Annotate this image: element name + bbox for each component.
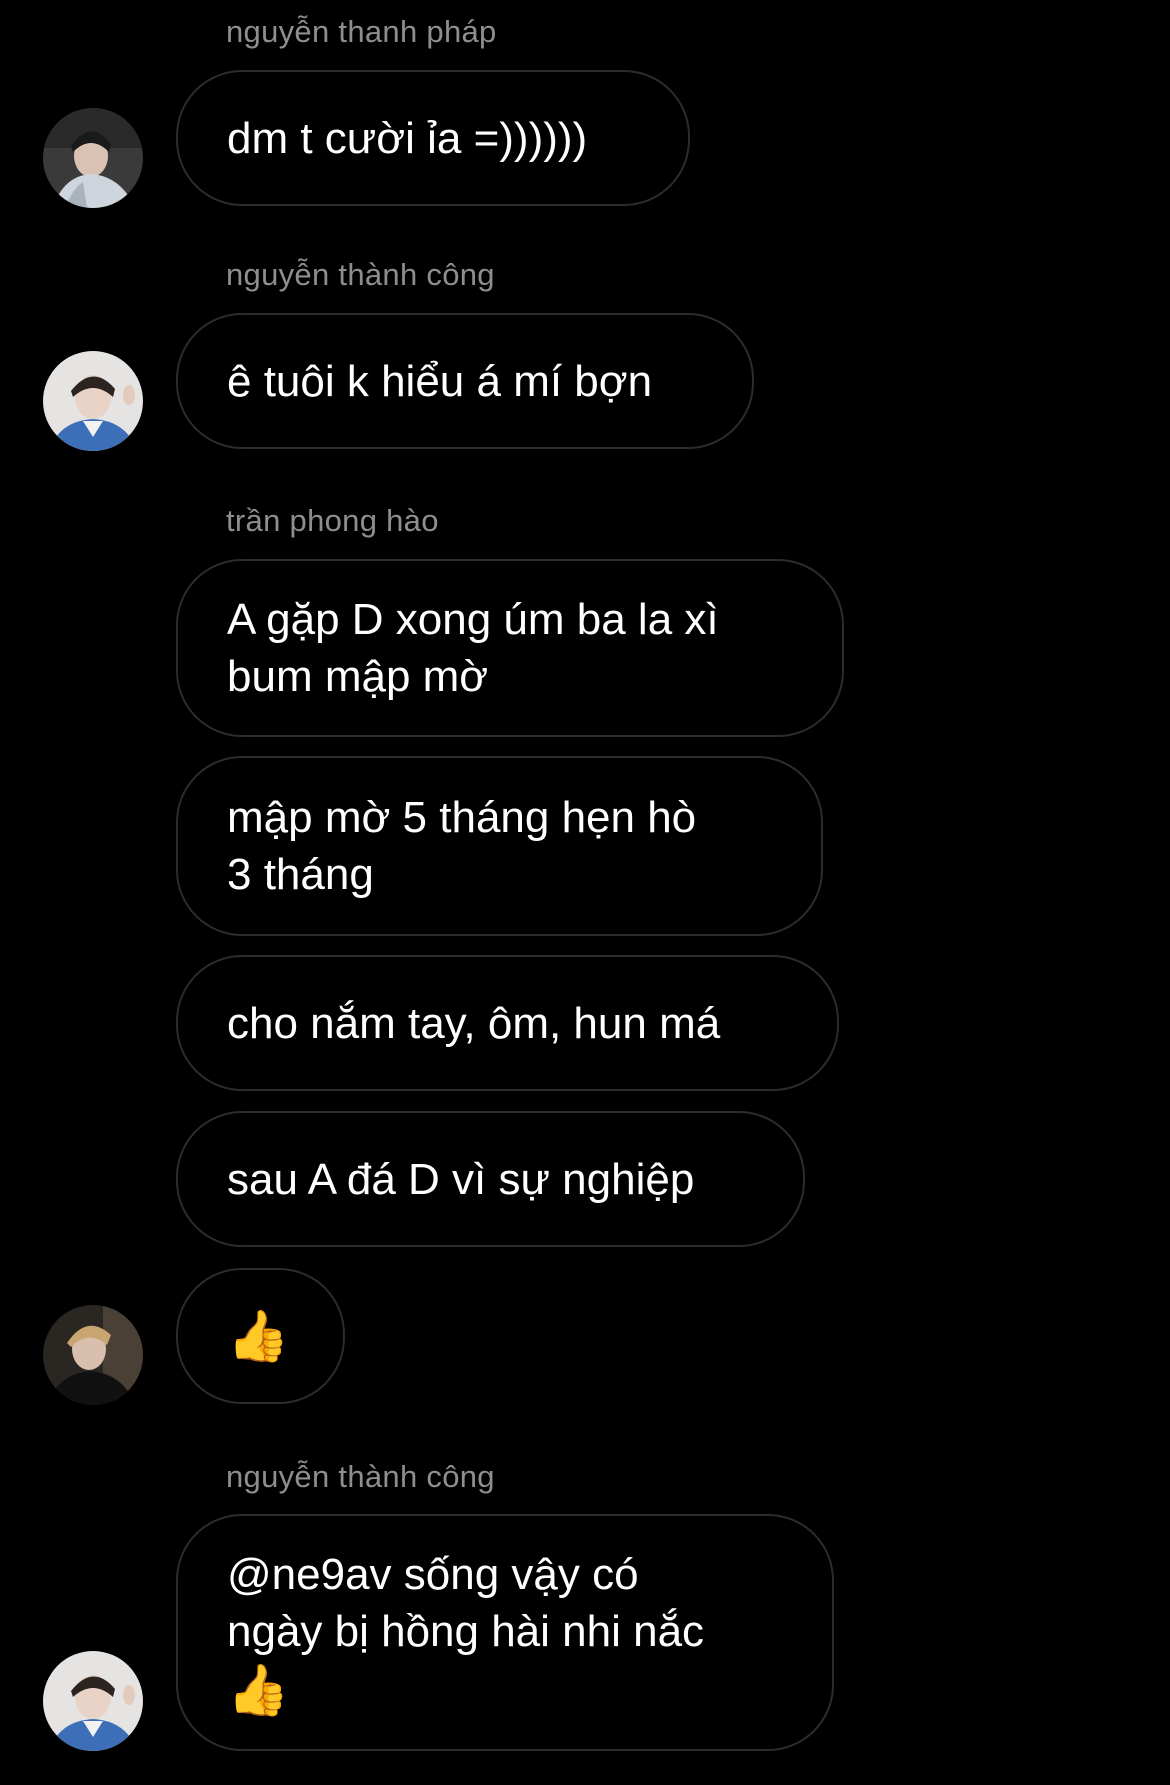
chat-thread: nguyễn thanh pháp dm t cười ỉa =)))))) n… [0,0,1170,1785]
message-text: ê tuôi k hiểu á mí bợn [227,356,653,406]
message-text: cho nắm tay, ôm, hun má [227,998,721,1048]
message-text: 3 tháng [227,850,374,899]
message-bubble[interactable]: A gặp D xong úm ba la xì bum mập mờ [176,559,844,737]
message-bubble[interactable]: dm t cười ỉa =)))))) [176,70,690,206]
message-text: ngày bị hồng hài nhi nắc [227,1606,705,1656]
sender-name: trần phong hào [226,503,439,538]
message-bubble[interactable]: cho nắm tay, ôm, hun má [176,955,839,1091]
message-text: A gặp D xong úm ba la xì [227,595,719,644]
message-bubble[interactable]: sau A đá D vì sự nghiệp [176,1111,805,1247]
avatar[interactable] [43,351,143,451]
thumbs-up-icon: 👍 [227,1660,290,1719]
message-bubble[interactable]: 👍 [176,1268,345,1404]
thumbs-up-icon: 👍 [227,1307,290,1365]
message-text: mập mờ 5 tháng hẹn hò [227,793,697,842]
message-text: bum mập mờ [227,652,489,701]
avatar[interactable] [43,108,143,208]
avatar[interactable] [43,1305,143,1405]
message-bubble[interactable]: ê tuôi k hiểu á mí bợn [176,313,754,449]
sender-name: nguyễn thanh pháp [226,14,497,49]
sender-name: nguyễn thành công [226,257,495,292]
message-bubble[interactable]: mập mờ 5 tháng hẹn hò 3 tháng [176,756,823,936]
message-text: @ne9av sống vậy có [227,1549,639,1599]
avatar[interactable] [43,1651,143,1751]
message-text: sau A đá D vì sự nghiệp [227,1154,695,1204]
sender-name: nguyễn thành công [226,1459,495,1494]
message-bubble[interactable]: @ne9av sống vậy có ngày bị hồng hài nhi … [176,1514,834,1751]
message-text: dm t cười ỉa =)))))) [227,113,588,163]
